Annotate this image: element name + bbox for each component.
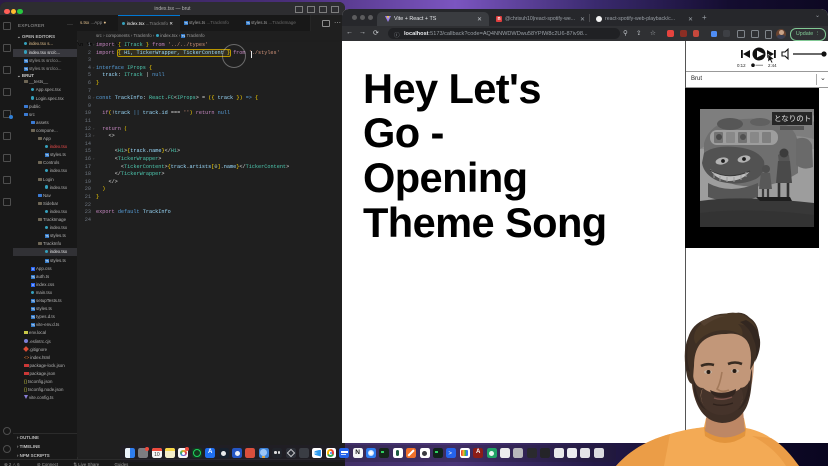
svg-text:0:12: 0:12 — [737, 63, 746, 68]
svg-text:2:44: 2:44 — [768, 63, 777, 68]
svg-text:となりのトトロ: となりのトトロ — [774, 114, 814, 123]
